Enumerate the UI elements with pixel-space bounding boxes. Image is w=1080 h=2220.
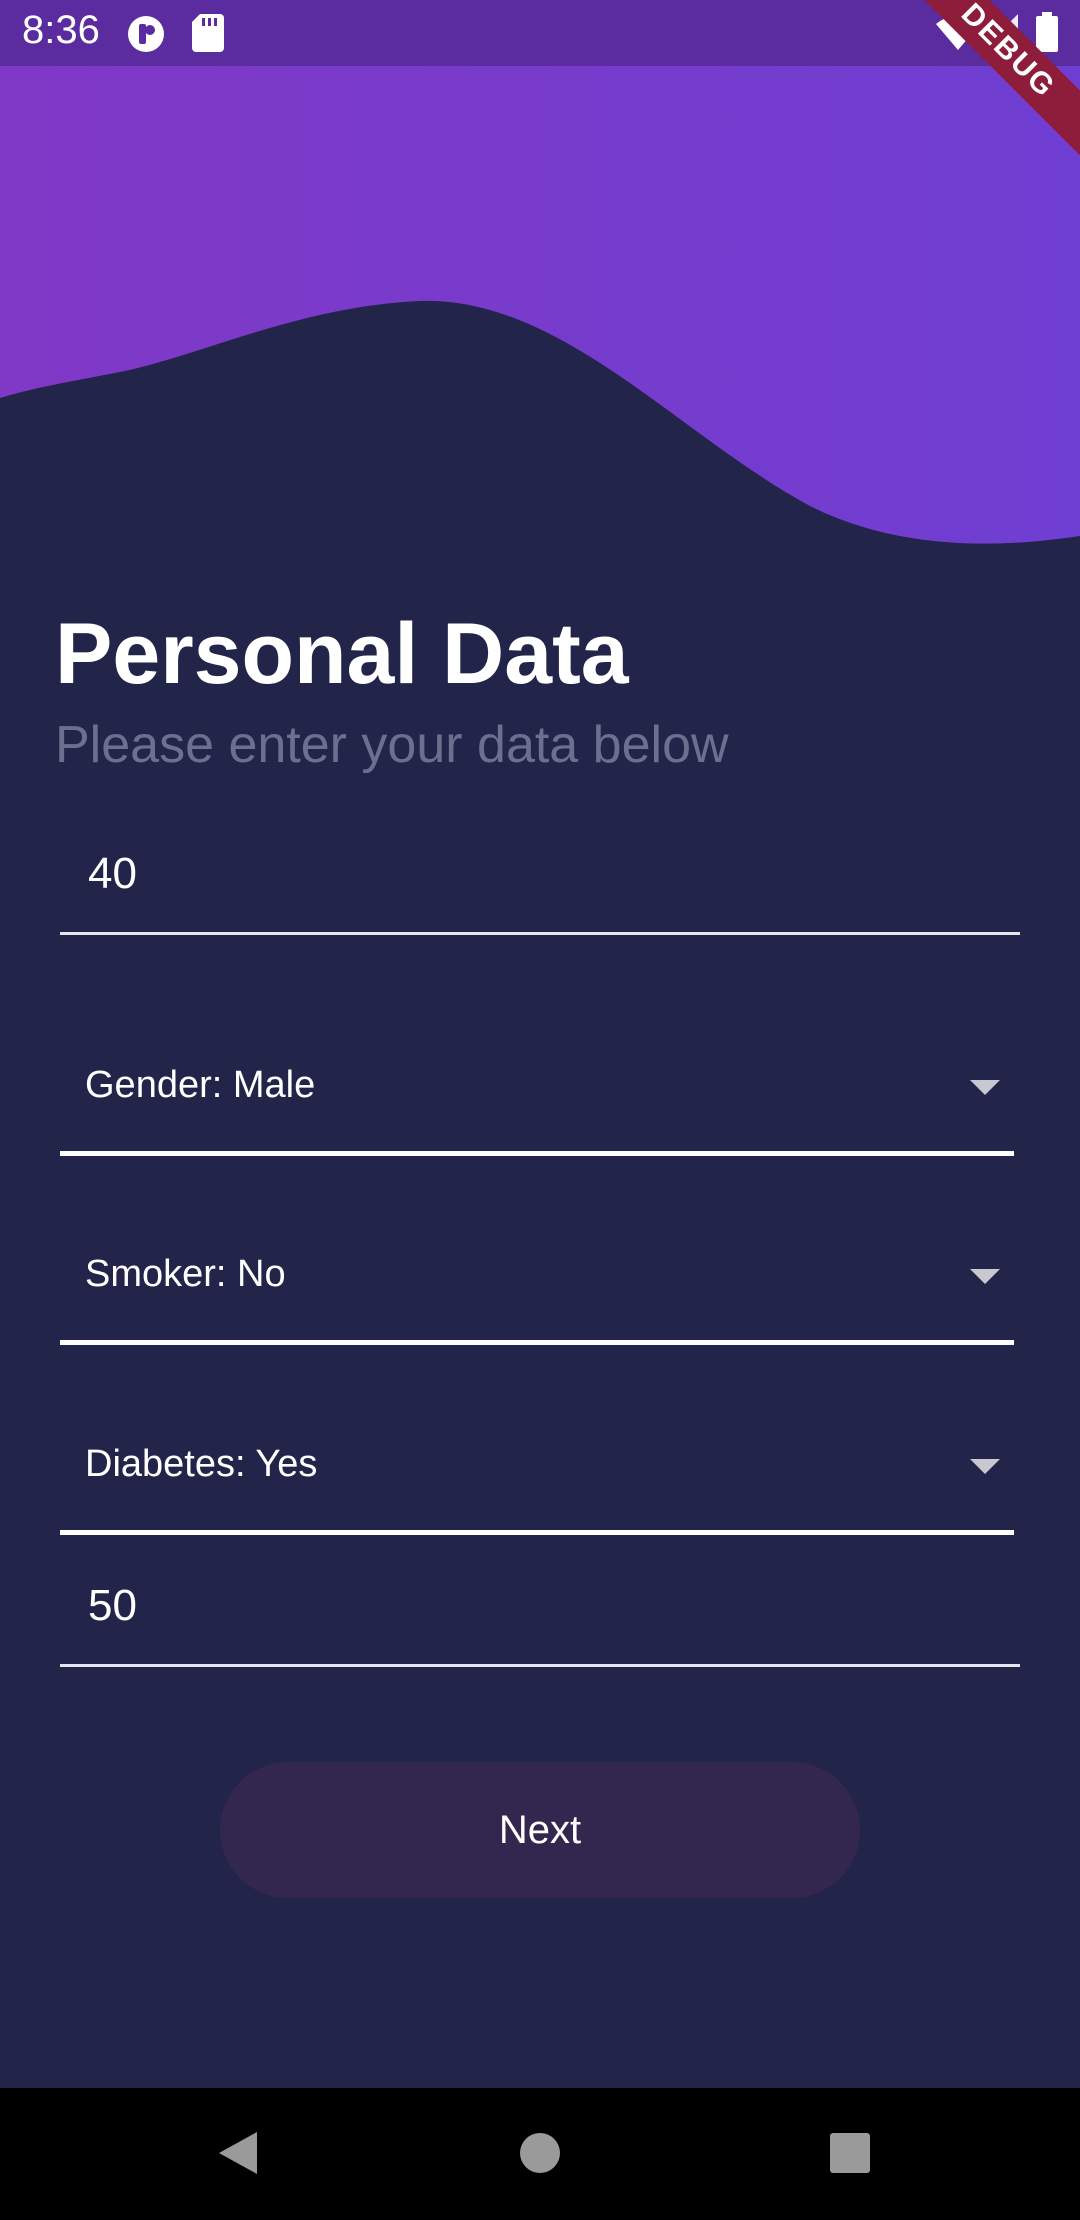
app-notification-icon [128,16,164,52]
smoker-dropdown[interactable]: Smoker: No [60,1225,1014,1345]
value-field-container [60,1547,1020,1667]
back-icon[interactable] [195,2108,285,2198]
age-input[interactable] [60,815,1020,935]
home-icon[interactable] [495,2108,585,2198]
battery-icon [1036,12,1058,52]
page-title: Personal Data [55,606,629,702]
navigation-bar [0,2088,1080,2220]
chevron-down-icon [970,1459,1000,1474]
page-subtitle: Please enter your data below [55,716,729,774]
chevron-down-icon [970,1269,1000,1284]
status-time: 8:36 [22,8,100,52]
gender-dropdown[interactable]: Gender: Male [60,1036,1014,1156]
status-bar: 8:36 [0,0,1080,66]
diabetes-dropdown-label: Diabetes: Yes [85,1443,318,1485]
next-button[interactable]: Next [220,1762,860,1898]
smoker-dropdown-label: Smoker: No [85,1253,286,1295]
gender-dropdown-label: Gender: Male [85,1064,316,1106]
screen: 8:36 DEBUG Personal Data Please enter yo… [0,0,1080,2220]
diabetes-dropdown[interactable]: Diabetes: Yes [60,1415,1014,1535]
recents-icon[interactable] [805,2108,895,2198]
age-field-container [60,815,1020,935]
header-wave [0,66,1080,544]
sd-card-icon [192,14,224,52]
value-input[interactable] [60,1547,1020,1667]
chevron-down-icon [970,1080,1000,1095]
